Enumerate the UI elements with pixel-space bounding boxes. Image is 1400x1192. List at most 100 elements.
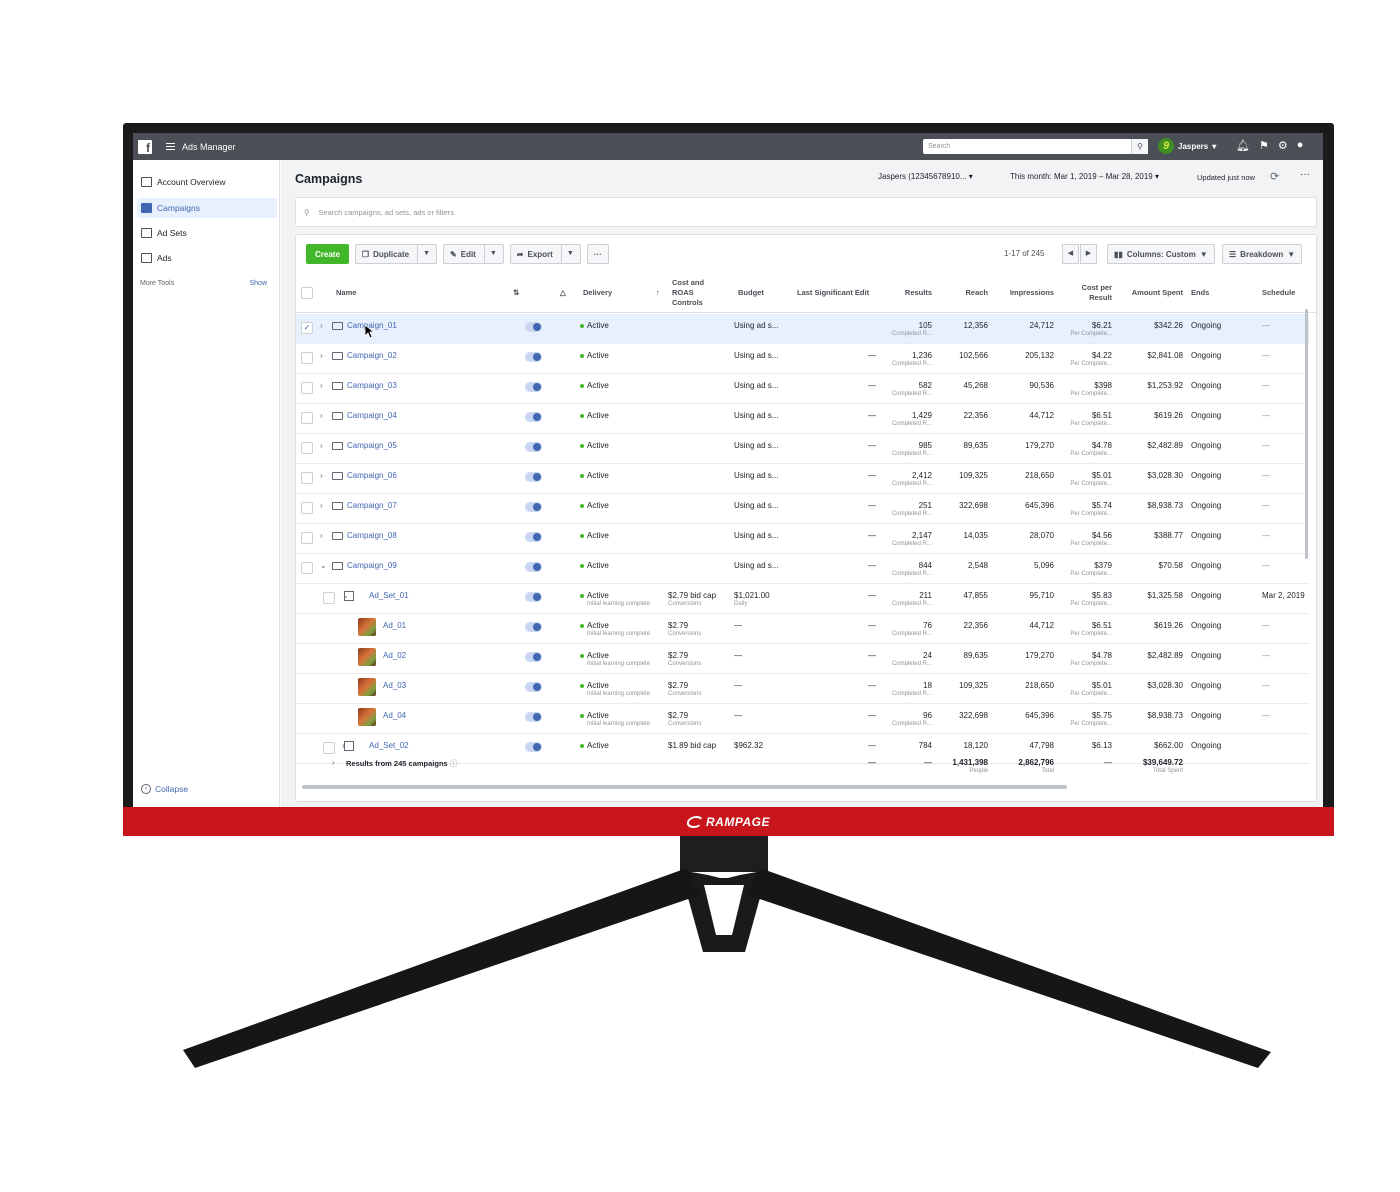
column-header-cost-per-result[interactable]: Cost per Result [1062, 283, 1112, 303]
create-button[interactable]: Create [306, 244, 349, 264]
delivery-toggle[interactable] [525, 682, 542, 692]
row-name-link[interactable]: Ad_Set_01 [369, 591, 409, 600]
chevron-down-icon[interactable]: ⌄ [320, 561, 327, 570]
row-checkbox[interactable] [301, 442, 313, 454]
chevron-right-icon[interactable]: › [320, 351, 323, 360]
sidebar-item-ads[interactable]: Ads [137, 248, 277, 268]
global-search-input[interactable]: Search ⚲ [923, 139, 1148, 154]
campaign-row[interactable]: › Campaign_02 Active Using ad s... — 1,236 Com… [296, 344, 1309, 374]
show-more-tools-link[interactable]: Show [249, 280, 267, 287]
filter-search-input[interactable]: ⚲ Search campaigns, ad sets, ads or filt… [295, 197, 1317, 227]
flag-icon[interactable]: ⚑ [1259, 139, 1269, 152]
gear-icon[interactable]: ⚙ [1278, 139, 1288, 152]
row-name-link[interactable]: Ad_02 [383, 651, 406, 660]
collapse-button[interactable]: ‹ Collapse [141, 784, 188, 794]
column-header-last-edit[interactable]: Last Significant Edit [797, 288, 869, 298]
column-header-name[interactable]: Name [336, 288, 356, 298]
row-name-link[interactable]: Campaign_09 [347, 561, 397, 570]
row-checkbox[interactable] [301, 352, 313, 364]
row-name-link[interactable]: Campaign_06 [347, 471, 397, 480]
delivery-toggle[interactable] [525, 472, 542, 482]
column-header-schedule[interactable]: Schedule [1262, 288, 1295, 298]
delivery-toggle[interactable] [525, 562, 542, 572]
more-actions-button[interactable]: ··· [586, 244, 609, 264]
row-name-link[interactable]: Campaign_07 [347, 501, 397, 510]
ad-set-row[interactable]: ⌄ Ad_Set_01 Active Initial learning complet… [296, 584, 1309, 614]
duplicate-button[interactable]: ❐ Duplicate ▼ [354, 244, 438, 264]
help-icon[interactable]: ● [1297, 139, 1304, 152]
chevron-down-icon[interactable]: ▼ [560, 244, 574, 264]
ad-row[interactable]: Ad_03 Active Initial learning complete $2.7… [296, 674, 1309, 704]
campaign-row[interactable]: › Campaign_06 Active Using ad s... — 2,412 Com… [296, 464, 1309, 494]
account-selector[interactable]: Jaspers (12345678910... ▾ [878, 172, 973, 181]
row-checkbox[interactable] [301, 502, 313, 514]
row-checkbox[interactable] [301, 382, 313, 394]
sort-ascending-icon[interactable]: ↑ [656, 288, 660, 298]
vertical-scrollbar[interactable] [1305, 309, 1308, 559]
column-header-amount-spent[interactable]: Amount Spent [1118, 288, 1183, 298]
next-page-icon[interactable]: ▶ [1080, 244, 1097, 264]
account-menu[interactable]: 9 Jaspers ▾ [1158, 138, 1216, 154]
chevron-right-icon[interactable]: › [320, 441, 323, 450]
chevron-right-icon[interactable]: › [320, 321, 323, 330]
campaign-row[interactable]: › Campaign_08 Active Using ad s... — 2,147 Com… [296, 524, 1309, 554]
row-name-link[interactable]: Campaign_04 [347, 411, 397, 420]
delivery-toggle[interactable] [525, 622, 542, 632]
row-name-link[interactable]: Ad_03 [383, 681, 406, 690]
ad-row[interactable]: Ad_01 Active Initial learning complete $2.7… [296, 614, 1309, 644]
sort-icon[interactable]: ⇅ [513, 288, 519, 298]
select-all-checkbox[interactable] [301, 287, 313, 299]
campaign-row[interactable]: ✓ › Campaign_01 Active Using ad s... 105 Compl… [296, 314, 1309, 344]
campaign-row[interactable]: › Campaign_05 Active Using ad s... — 985 Compl… [296, 434, 1309, 464]
columns-button[interactable]: ▮▮ Columns: Custom ▼ [1107, 244, 1215, 264]
campaign-row[interactable]: › Campaign_07 Active Using ad s... — 251 Compl… [296, 494, 1309, 524]
refresh-icon[interactable]: ⟳ [1270, 170, 1279, 183]
column-header-delivery[interactable]: Delivery [583, 288, 612, 298]
column-header-budget[interactable]: Budget [738, 288, 764, 298]
delivery-toggle[interactable] [525, 502, 542, 512]
chevron-down-icon[interactable]: ▼ [483, 244, 497, 264]
edit-button[interactable]: ✎ Edit ▼ [443, 244, 504, 264]
previous-page-icon[interactable]: ◀ [1062, 244, 1079, 264]
date-range-selector[interactable]: This month: Mar 1, 2019 – Mar 28, 2019 ▾ [1010, 172, 1159, 181]
delivery-toggle[interactable] [525, 652, 542, 662]
row-checkbox[interactable] [323, 592, 335, 604]
delivery-toggle[interactable] [525, 712, 542, 722]
search-icon[interactable]: ⚲ [1131, 139, 1148, 154]
menu-icon[interactable] [166, 143, 175, 150]
delivery-toggle[interactable] [525, 382, 542, 392]
chevron-right-icon[interactable]: › [320, 531, 323, 540]
bell-icon[interactable]: 🔔︎ [1236, 139, 1250, 152]
column-header-cost-roas[interactable]: Cost and ROAS Controls [672, 278, 704, 308]
horizontal-scrollbar[interactable] [302, 785, 1067, 789]
export-button[interactable]: ➦ Export ▼ [509, 244, 581, 264]
column-header-ends[interactable]: Ends [1191, 288, 1209, 298]
row-name-link[interactable]: Campaign_05 [347, 441, 397, 450]
breakdown-button[interactable]: ☰ Breakdown ▼ [1222, 244, 1303, 264]
row-name-link[interactable]: Ad_04 [383, 711, 406, 720]
row-checkbox[interactable] [301, 532, 313, 544]
sidebar-item-campaigns[interactable]: Campaigns [137, 198, 277, 218]
delivery-toggle[interactable] [525, 412, 542, 422]
row-name-link[interactable]: Campaign_02 [347, 351, 397, 360]
column-header-results[interactable]: Results [882, 288, 932, 298]
column-header-reach[interactable]: Reach [938, 288, 988, 298]
row-checkbox[interactable] [301, 472, 313, 484]
row-name-link[interactable]: Campaign_03 [347, 381, 397, 390]
sidebar-item-ad-sets[interactable]: Ad Sets [137, 223, 277, 243]
delivery-toggle[interactable] [525, 532, 542, 542]
row-checkbox[interactable]: ✓ [301, 322, 313, 334]
chevron-right-icon[interactable]: › [320, 381, 323, 390]
campaign-row[interactable]: ⌄ Campaign_09 Active Using ad s... — 844 Compl… [296, 554, 1309, 584]
campaign-row[interactable]: › Campaign_03 Active Using ad s... — 582 Compl… [296, 374, 1309, 404]
delivery-toggle[interactable] [525, 322, 542, 332]
chevron-right-icon[interactable]: › [320, 471, 323, 480]
row-checkbox[interactable] [301, 412, 313, 424]
chevron-down-icon[interactable]: ▼ [417, 244, 430, 264]
row-checkbox[interactable] [301, 562, 313, 574]
column-header-impressions[interactable]: Impressions [994, 288, 1054, 298]
expand-totals-icon[interactable]: › [332, 758, 335, 767]
row-name-link[interactable]: Campaign_08 [347, 531, 397, 540]
delivery-toggle[interactable] [525, 592, 542, 602]
delivery-toggle[interactable] [525, 742, 542, 752]
